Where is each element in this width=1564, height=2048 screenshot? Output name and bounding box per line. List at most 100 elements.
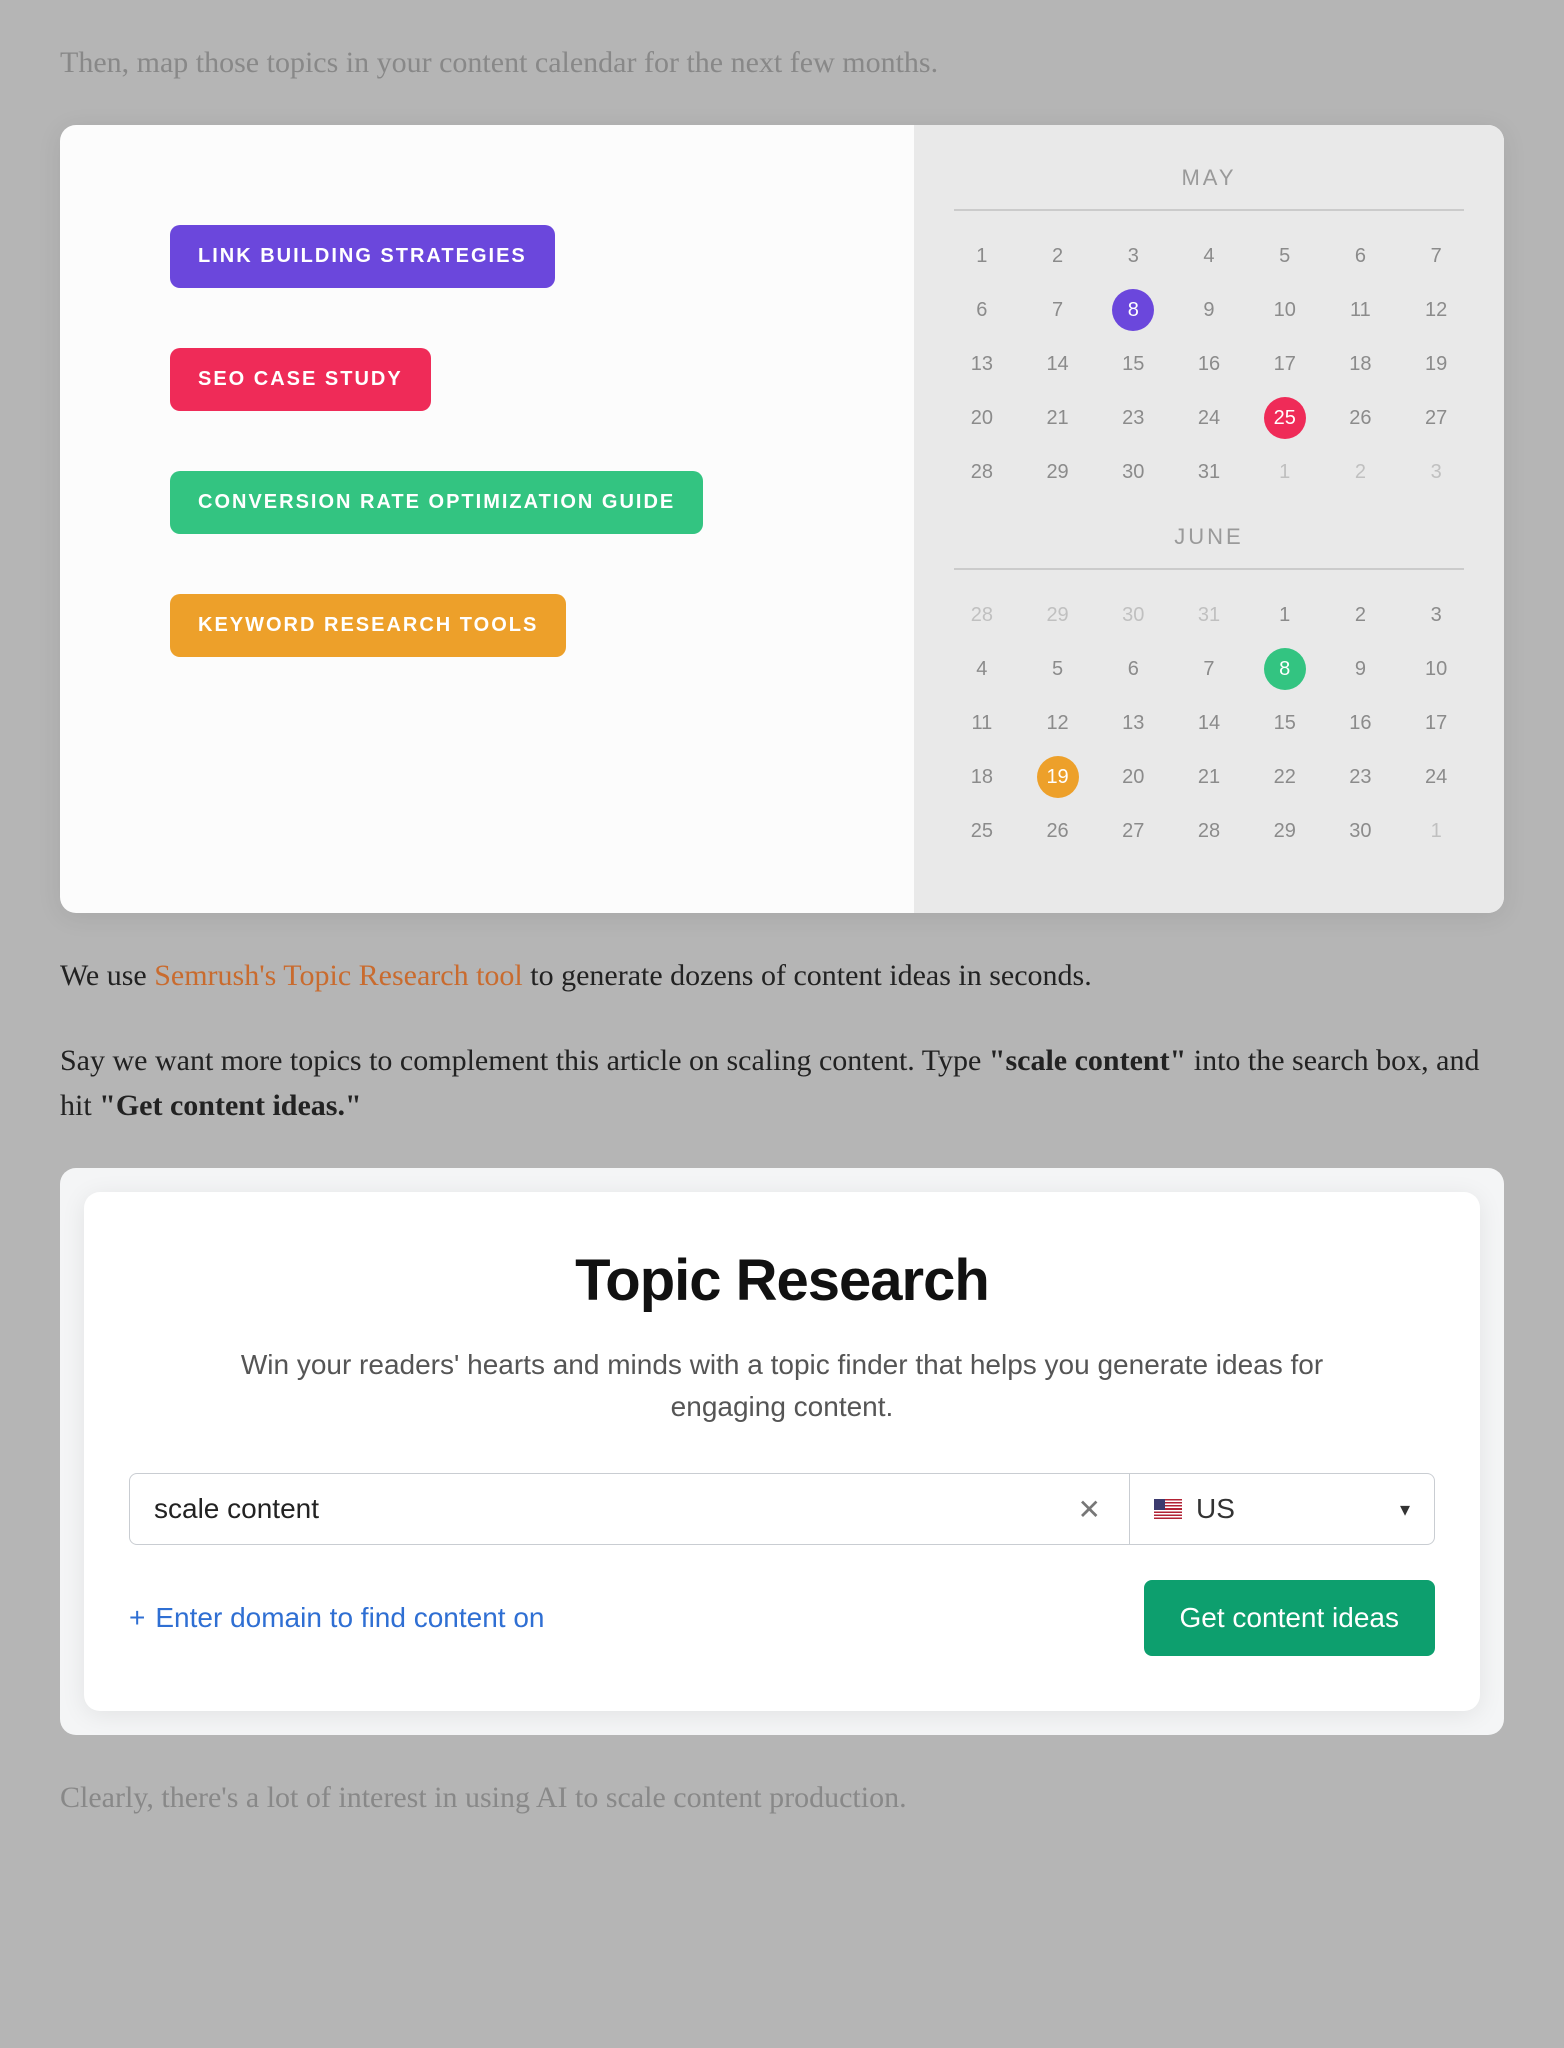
- calendar-day[interactable]: 5: [1247, 229, 1323, 283]
- semrush-topic-research-link[interactable]: Semrush's Topic Research tool: [154, 959, 523, 992]
- calendar-day[interactable]: 14: [1020, 337, 1096, 391]
- calendar-day[interactable]: 28: [944, 588, 1020, 642]
- topic-search-box[interactable]: ✕: [129, 1473, 1130, 1545]
- calendar-day[interactable]: 30: [1095, 445, 1171, 499]
- calendar-day[interactable]: 26: [1323, 391, 1399, 445]
- calendar-day[interactable]: 5: [1020, 642, 1096, 696]
- calendar-day[interactable]: 30: [1095, 588, 1171, 642]
- calendar-day[interactable]: 7: [1171, 642, 1247, 696]
- calendar-day[interactable]: 18: [1323, 337, 1399, 391]
- calendar-day[interactable]: 17: [1398, 696, 1474, 750]
- calendar-day[interactable]: 8: [1095, 283, 1171, 337]
- calendar-day[interactable]: 7: [1398, 229, 1474, 283]
- text-run: Say we want more topics to complement th…: [60, 1044, 989, 1077]
- calendar-day[interactable]: 6: [1323, 229, 1399, 283]
- calendar-day[interactable]: 12: [1020, 696, 1096, 750]
- calendar-day[interactable]: 10: [1247, 283, 1323, 337]
- calendar-day[interactable]: 8: [1247, 642, 1323, 696]
- topic-tag[interactable]: CONVERSION RATE OPTIMIZATION GUIDE: [170, 471, 703, 534]
- calendar-day[interactable]: 23: [1095, 391, 1171, 445]
- calendar-day[interactable]: 7: [1020, 283, 1096, 337]
- calendar-day[interactable]: 3: [1398, 445, 1474, 499]
- calendar-day[interactable]: 28: [1171, 804, 1247, 858]
- clear-icon[interactable]: ✕: [1074, 1493, 1105, 1526]
- calendar-day[interactable]: 1: [944, 229, 1020, 283]
- calendar-day[interactable]: 21: [1171, 750, 1247, 804]
- article-paragraph: Then, map those topics in your content c…: [60, 40, 1504, 85]
- flag-us-icon: [1154, 1499, 1182, 1519]
- country-select[interactable]: US ▾: [1130, 1473, 1435, 1545]
- calendar-day[interactable]: 31: [1171, 588, 1247, 642]
- calendar-day[interactable]: 2: [1020, 229, 1096, 283]
- calendar-day[interactable]: 28: [944, 445, 1020, 499]
- calendar-day[interactable]: 9: [1323, 642, 1399, 696]
- chevron-down-icon: ▾: [1400, 1497, 1410, 1522]
- calendar-day[interactable]: 24: [1398, 750, 1474, 804]
- calendar-day[interactable]: 14: [1171, 696, 1247, 750]
- calendar-day[interactable]: 1: [1247, 445, 1323, 499]
- topic-tag[interactable]: KEYWORD RESEARCH TOOLS: [170, 594, 566, 657]
- calendar-day[interactable]: 4: [944, 642, 1020, 696]
- calendar-day[interactable]: 1: [1247, 588, 1323, 642]
- month-title: JUNE: [954, 524, 1464, 570]
- get-content-ideas-button[interactable]: Get content ideas: [1144, 1580, 1435, 1656]
- calendar-day[interactable]: 13: [1095, 696, 1171, 750]
- calendar-day[interactable]: 16: [1323, 696, 1399, 750]
- calendar-day[interactable]: 29: [1020, 445, 1096, 499]
- tool-subtitle: Win your readers' hearts and minds with …: [232, 1344, 1332, 1428]
- calendar-day[interactable]: 19: [1398, 337, 1474, 391]
- calendar-day[interactable]: 20: [944, 391, 1020, 445]
- calendar-day[interactable]: 17: [1247, 337, 1323, 391]
- topic-search-input[interactable]: [154, 1493, 1074, 1525]
- enter-domain-link[interactable]: + Enter domain to find content on: [129, 1602, 545, 1634]
- calendar-day[interactable]: 20: [1095, 750, 1171, 804]
- calendar-day[interactable]: 31: [1171, 445, 1247, 499]
- calendar-day-marker: 8: [1264, 648, 1306, 690]
- calendar-day[interactable]: 30: [1323, 804, 1399, 858]
- calendar-day[interactable]: 26: [1020, 804, 1096, 858]
- calendar-day[interactable]: 27: [1398, 391, 1474, 445]
- calendar-day[interactable]: 25: [1247, 391, 1323, 445]
- calendar-day[interactable]: 25: [944, 804, 1020, 858]
- calendar-day[interactable]: 2: [1323, 588, 1399, 642]
- input-row: ✕ US ▾: [129, 1473, 1435, 1545]
- article-paragraph: Clearly, there's a lot of interest in us…: [60, 1775, 1504, 1820]
- calendar-day[interactable]: 27: [1095, 804, 1171, 858]
- calendar-day[interactable]: 19: [1020, 750, 1096, 804]
- calendar-grid: 2829303112345678910111213141516171819202…: [944, 588, 1474, 858]
- calendar-day[interactable]: 29: [1247, 804, 1323, 858]
- calendar-day[interactable]: 29: [1020, 588, 1096, 642]
- topic-tag[interactable]: LINK BUILDING STRATEGIES: [170, 225, 555, 288]
- calendar-day[interactable]: 23: [1323, 750, 1399, 804]
- calendar-day[interactable]: 6: [944, 283, 1020, 337]
- calendar-day-marker: 19: [1037, 756, 1079, 798]
- tool-title: Topic Research: [129, 1247, 1435, 1314]
- calendar-day[interactable]: 3: [1398, 588, 1474, 642]
- calendar-day[interactable]: 21: [1020, 391, 1096, 445]
- calendar-day-marker: 25: [1264, 397, 1306, 439]
- calendar-day[interactable]: 1: [1398, 804, 1474, 858]
- text-run: to generate dozens of content ideas in s…: [523, 959, 1092, 992]
- calendar-day[interactable]: 15: [1247, 696, 1323, 750]
- topic-research-inner: Topic Research Win your readers' hearts …: [84, 1192, 1480, 1711]
- calendar-day[interactable]: 12: [1398, 283, 1474, 337]
- calendar-day[interactable]: 10: [1398, 642, 1474, 696]
- calendar-day[interactable]: 3: [1095, 229, 1171, 283]
- calendar-day[interactable]: 6: [1095, 642, 1171, 696]
- topic-tag[interactable]: SEO CASE STUDY: [170, 348, 431, 411]
- calendar-day[interactable]: 16: [1171, 337, 1247, 391]
- calendar-day-marker: 8: [1112, 289, 1154, 331]
- calendar-day[interactable]: 18: [944, 750, 1020, 804]
- calendar-day[interactable]: 2: [1323, 445, 1399, 499]
- calendar-day[interactable]: 13: [944, 337, 1020, 391]
- calendar-day[interactable]: 4: [1171, 229, 1247, 283]
- plus-icon: +: [129, 1602, 145, 1634]
- calendar-day[interactable]: 11: [1323, 283, 1399, 337]
- calendar-day[interactable]: 9: [1171, 283, 1247, 337]
- calendar-day[interactable]: 24: [1171, 391, 1247, 445]
- calendar-day[interactable]: 15: [1095, 337, 1171, 391]
- calendar-day[interactable]: 22: [1247, 750, 1323, 804]
- calendar-day[interactable]: 11: [944, 696, 1020, 750]
- bottom-row: + Enter domain to find content on Get co…: [129, 1580, 1435, 1656]
- calendar-month: JUNE282930311234567891011121314151617181…: [944, 524, 1474, 858]
